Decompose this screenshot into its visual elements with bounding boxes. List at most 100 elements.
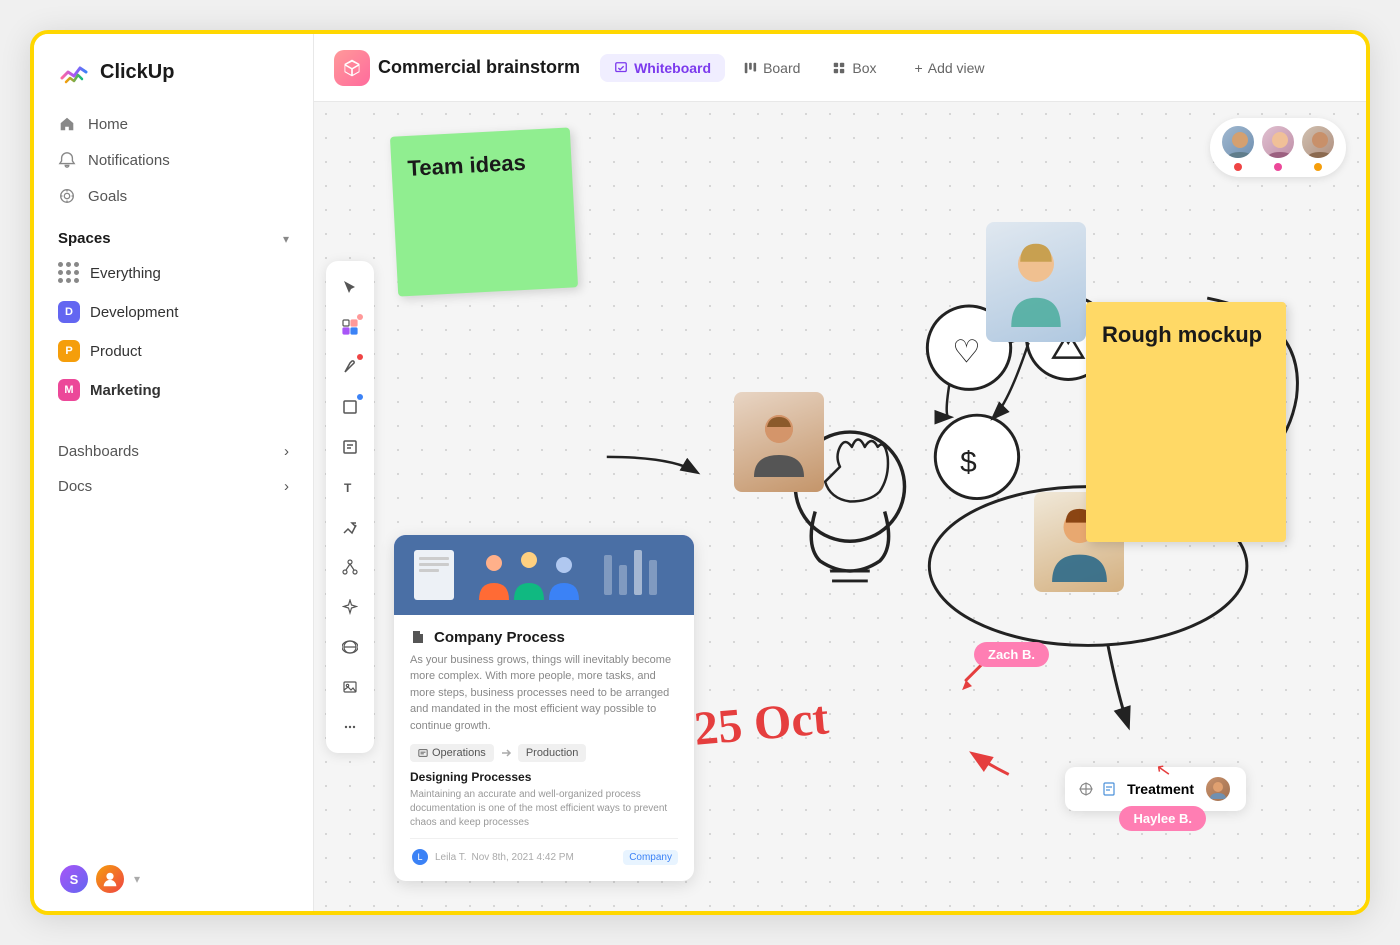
collab-dot-1: [1234, 163, 1242, 171]
toolbar-connector-btn[interactable]: [332, 509, 368, 545]
haylee-name-text: Haylee B.: [1133, 811, 1192, 826]
nav-item-goals[interactable]: Goals: [46, 178, 301, 214]
main-content: Commercial brainstorm Whiteboard Board B…: [314, 34, 1366, 911]
oct25-text: 25 Oct: [692, 690, 831, 757]
doc-card-title: Company Process: [410, 629, 678, 646]
logo[interactable]: ClickUp: [34, 34, 313, 106]
spaces-chevron: ▾: [283, 232, 289, 246]
space-item-development[interactable]: D Development: [46, 293, 301, 331]
space-item-product[interactable]: P Product: [46, 332, 301, 370]
toolbar-shape-btn[interactable]: [332, 389, 368, 425]
toolbar-image-btn[interactable]: [332, 669, 368, 705]
move-icon: [1079, 782, 1093, 796]
collab-dot-3: [1314, 163, 1322, 171]
svg-text:♡: ♡: [952, 334, 980, 370]
doc-footer: L Leila T. Nov 8th, 2021 4:42 PM Company: [410, 838, 678, 867]
toolbar-more-btn[interactable]: [332, 709, 368, 745]
user-dropdown-icon[interactable]: ▾: [134, 872, 140, 886]
person-photo-2: [986, 222, 1086, 342]
add-view-label: Add view: [928, 60, 985, 76]
space-item-everything[interactable]: Everything: [46, 254, 301, 292]
development-badge: D: [58, 301, 80, 323]
share-icon: [342, 559, 358, 575]
doc-tag-1: Operations: [410, 744, 494, 762]
tab-box[interactable]: Box: [818, 54, 890, 82]
sticky-note-yellow[interactable]: Rough mockup: [1086, 302, 1286, 542]
doc-author-text: Leila T.: [435, 852, 467, 863]
view-tabs: Whiteboard Board Box: [600, 54, 890, 82]
shape-dot: [357, 394, 363, 400]
goals-icon: [58, 187, 76, 205]
spaces-title: Spaces: [58, 230, 111, 247]
doc-card-body: Company Process As your business grows, …: [394, 615, 694, 882]
doc-section-desc: Maintaining an accurate and well-organiz…: [410, 788, 678, 830]
globe-icon: [342, 639, 358, 655]
tab-whiteboard[interactable]: Whiteboard: [600, 54, 725, 82]
doc-author-avatar: L: [410, 847, 430, 867]
person2-silhouette: [996, 237, 1076, 327]
nav-section: Home Notifications Goals: [34, 106, 313, 214]
user-avatars[interactable]: S ▾: [58, 863, 140, 895]
cursor-icon: [342, 279, 358, 295]
palette-dot: [357, 314, 363, 320]
oct25-content: 25 Oct: [692, 691, 831, 756]
doc-badge: Company: [623, 850, 678, 865]
toolbar-note-btn[interactable]: [332, 429, 368, 465]
nav-item-home[interactable]: Home: [46, 106, 301, 142]
doc-card-banner: [394, 535, 694, 615]
nav-notifications-label: Notifications: [88, 152, 170, 169]
collaborator-avatars: [1210, 118, 1346, 177]
bottom-nav: Dashboards › Docs ›: [34, 426, 313, 512]
spaces-section: Spaces ▾: [34, 214, 313, 253]
board-tab-icon: [743, 61, 757, 75]
shape-icon: [342, 399, 358, 415]
dashboards-item[interactable]: Dashboards ›: [46, 434, 301, 469]
canvas-toolbar: T: [326, 261, 374, 753]
toolbar-share-btn[interactable]: [332, 549, 368, 585]
treatment-label: Treatment: [1127, 781, 1194, 797]
collab-avatar-3: [1300, 124, 1336, 160]
sidebar-footer: S ▾: [34, 847, 313, 911]
sticky-note-green[interactable]: Team ideas: [390, 127, 578, 296]
add-view-button[interactable]: + Add view: [903, 54, 997, 82]
toolbar-cursor-btn[interactable]: [332, 269, 368, 305]
collab-user-1: [1220, 124, 1256, 171]
toolbar-palette-btn[interactable]: [332, 309, 368, 345]
toolbar-pen-btn[interactable]: [332, 349, 368, 385]
cube-icon: [342, 58, 362, 78]
person-photo-1: [734, 392, 824, 492]
space-item-marketing[interactable]: M Marketing: [46, 371, 301, 409]
dashboards-chevron: ›: [284, 443, 289, 460]
dashboards-label: Dashboards: [58, 443, 139, 460]
doc-tag-2: Production: [518, 744, 587, 762]
tab-box-label: Box: [852, 60, 876, 76]
tab-board[interactable]: Board: [729, 54, 814, 82]
nav-home-label: Home: [88, 116, 128, 133]
list-icon: [418, 748, 428, 758]
svg-text:$: $: [960, 446, 977, 479]
docs-item[interactable]: Docs ›: [46, 469, 301, 504]
collab-dot-2: [1274, 163, 1282, 171]
nav-item-notifications[interactable]: Notifications: [46, 142, 301, 178]
doc-card-tags: Operations Production: [410, 744, 678, 762]
treatment-avatar-face: [1208, 779, 1228, 799]
toolbar-sparkle-btn[interactable]: [332, 589, 368, 625]
doc-tag-2-text: Production: [526, 747, 579, 759]
space-everything-label: Everything: [90, 265, 161, 282]
top-bar: Commercial brainstorm Whiteboard Board B…: [314, 34, 1366, 102]
product-badge: P: [58, 340, 80, 362]
avatar-person-icon: [101, 870, 119, 888]
doc-icon: [410, 629, 426, 645]
tab-whiteboard-label: Whiteboard: [634, 60, 711, 76]
collab-user-3: [1300, 124, 1336, 171]
toolbar-text-btn[interactable]: T: [332, 469, 368, 505]
spaces-header[interactable]: Spaces ▾: [58, 230, 289, 247]
sidebar: ClickUp Home Notifications Goals Spaces …: [34, 34, 314, 911]
whiteboard-canvas[interactable]: T: [314, 102, 1366, 911]
doc-card[interactable]: Company Process As your business grows, …: [394, 535, 694, 882]
docs-label: Docs: [58, 478, 92, 495]
sticky-green-text: Team ideas: [407, 150, 526, 181]
home-icon: [58, 115, 76, 133]
text-icon: T: [342, 479, 358, 495]
toolbar-globe-btn[interactable]: [332, 629, 368, 665]
